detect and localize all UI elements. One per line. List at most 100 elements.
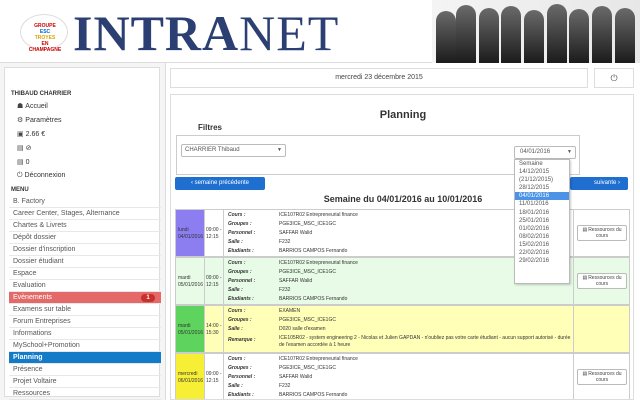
person-silhouette xyxy=(569,9,589,63)
course-label: Cours : xyxy=(228,212,246,218)
course-resources-button[interactable]: ▤Ressources du cours xyxy=(577,225,627,241)
current-date-bar: mercredi 23 décembre 2015 xyxy=(170,68,588,88)
previous-week-button[interactable]: ‹ semaine précédente xyxy=(175,177,265,190)
balance-link[interactable]: ▣ 2.66 € xyxy=(17,130,45,138)
time-cell: 09:00 - 12:15 xyxy=(204,258,224,304)
course-resources-label: Ressources du cours xyxy=(588,227,622,239)
time-cell: 09:00 - 12:15 xyxy=(204,354,224,399)
document-icon: ▤ xyxy=(582,371,588,377)
week-select[interactable]: 04/01/2016 ▼ xyxy=(514,146,576,159)
app-header: GROUPE ESC TROYES EN CHAMPAGNE INTRANET xyxy=(0,0,640,63)
course-label: Cours : xyxy=(228,308,246,314)
school-logo: GROUPE ESC TROYES EN CHAMPAGNE xyxy=(20,14,68,53)
course-resources-button[interactable]: ▤Ressources du cours xyxy=(577,369,627,385)
week-option-heading[interactable]: Semaine xyxy=(515,160,569,168)
menu-item-information[interactable]: Informations xyxy=(9,328,161,340)
event-date: 05/01/2016 xyxy=(178,330,204,336)
person-silhouette xyxy=(524,10,544,63)
day-color-block: mardi 05/01/2016 xyxy=(176,258,204,304)
menu-item-resources[interactable]: Ressources xyxy=(9,388,161,400)
room-label: Salle : xyxy=(228,383,243,389)
menu-item-business-forum[interactable]: Forum Entreprises xyxy=(9,316,161,328)
menu-item-career-center[interactable]: Career Center, Stages, Alternance xyxy=(9,208,161,220)
home-icon: ☗ xyxy=(17,103,24,110)
menu-item-registration-file[interactable]: Dossier d'inscription xyxy=(9,244,161,256)
week-option[interactable]: 29/02/2016 xyxy=(515,257,569,265)
event-date: 04/01/2016 xyxy=(178,234,204,240)
menu-item-charters[interactable]: Chartes & Livrets xyxy=(9,220,161,232)
room-value: F232 xyxy=(279,287,291,293)
students-value: BARRIOS CAMPOS Fernando xyxy=(279,296,348,302)
settings-link[interactable]: ⚙ Paramètres xyxy=(17,116,61,124)
logout-label: Déconnexion xyxy=(24,172,66,179)
students-value: BARRIOS CAMPOS Fernando xyxy=(279,392,348,398)
day-date-cell: lundi 04/01/2016 xyxy=(178,227,203,241)
power-button[interactable]: ⏻ xyxy=(594,68,634,88)
next-week-button[interactable]: suivante › xyxy=(570,177,628,190)
day-name: mercredi xyxy=(178,371,198,377)
week-option[interactable]: 14/12/2015 xyxy=(515,168,569,176)
menu-item-b-factory[interactable]: B. Factory xyxy=(9,196,161,208)
resource-cell: ▤Ressources du cours xyxy=(573,210,629,256)
status-link[interactable]: ▤ ⊘ xyxy=(17,144,32,152)
event-details: Cours : ICE107R02 Entrepreneurial finance… xyxy=(225,354,576,399)
week-option-selected[interactable]: 04/01/2016 xyxy=(515,192,569,201)
event-date: 06/01/2016 xyxy=(178,378,204,384)
menu-item-events-label: Evènements xyxy=(13,294,52,301)
end-time: 15:30 xyxy=(206,330,219,336)
menu-item-file-deposit[interactable]: Dépôt dossier xyxy=(9,232,161,244)
dropdown-caret-icon: ▼ xyxy=(567,149,572,155)
menu-item-evaluation[interactable]: Evaluation xyxy=(9,280,161,292)
end-time: 12:15 xyxy=(206,378,219,384)
start-time: 09:00 xyxy=(206,227,219,233)
planning-panel: Planning Filtres CHARRIER Thibaud ▼ 04/0… xyxy=(170,94,634,400)
wallet-icon: ▣ xyxy=(17,131,24,138)
students-label: Etudiants : xyxy=(228,248,254,254)
week-option[interactable]: 25/01/2016 xyxy=(515,217,569,225)
week-option[interactable]: 28/12/2015 xyxy=(515,184,569,192)
planning-row: mercredi 06/01/2016 09:00 - 12:15 Cours … xyxy=(175,353,630,399)
settings-link-label: Paramètres xyxy=(25,117,62,124)
day-name: mardi xyxy=(178,275,191,281)
menu-item-attendance[interactable]: Présence xyxy=(9,364,161,376)
menu-item-myschool[interactable]: MySchool+Promotion xyxy=(9,340,161,352)
week-option[interactable]: 22/02/2016 xyxy=(515,249,569,257)
groups-value: PGE3ICE_MSC_ICE1GC xyxy=(279,317,336,323)
menu-item-exams[interactable]: Examens sur table xyxy=(9,304,161,316)
week-option[interactable]: 15/02/2016 xyxy=(515,241,569,249)
groups-label: Groupes : xyxy=(228,317,252,323)
event-date: 05/01/2016 xyxy=(178,282,204,288)
course-resources-button[interactable]: ▤Ressources du cours xyxy=(577,273,627,289)
week-option[interactable]: 01/02/2016 xyxy=(515,225,569,233)
header-team-photo xyxy=(432,0,640,63)
logout-link[interactable]: ⏻ Déconnexion xyxy=(17,172,65,180)
day-name: lundi xyxy=(178,227,189,233)
menu-item-student-file[interactable]: Dossier étudiant xyxy=(9,256,161,268)
person-silhouette xyxy=(501,6,521,63)
menu-item-events[interactable]: Evènements 1 xyxy=(9,292,161,304)
room-label: Salle : xyxy=(228,287,243,293)
remark-label: Remarque : xyxy=(228,337,256,343)
filters-label: Filtres xyxy=(196,123,225,132)
course-label: Cours : xyxy=(228,260,246,266)
person-select[interactable]: CHARRIER Thibaud ▼ xyxy=(181,144,286,157)
week-option[interactable]: 18/01/2016 xyxy=(515,209,569,217)
intranet-title: INTRANET xyxy=(73,5,339,61)
messages-link[interactable]: ▤ 0 xyxy=(17,158,30,166)
staff-label: Personnel : xyxy=(228,230,256,236)
menu-item-voltaire[interactable]: Projet Voltaire xyxy=(9,376,161,388)
title-intra: INTRA xyxy=(73,5,240,61)
menu-item-space[interactable]: Espace xyxy=(9,268,161,280)
time-cell: 09:00 - 12:15 xyxy=(204,210,224,256)
week-option[interactable]: 08/02/2016 xyxy=(515,233,569,241)
menu-item-planning[interactable]: Planning xyxy=(9,352,161,364)
status-value: ⊘ xyxy=(25,145,32,152)
home-link[interactable]: ☗ Accueil xyxy=(17,102,48,110)
document-icon: ▤ xyxy=(582,275,588,281)
groups-label: Groupes : xyxy=(228,269,252,275)
person-select-value: CHARRIER Thibaud xyxy=(185,147,240,153)
week-option[interactable]: (21/12/2015) xyxy=(515,176,569,184)
person-silhouette xyxy=(592,6,612,63)
groups-label: Groupes : xyxy=(228,221,252,227)
week-option[interactable]: 11/01/2016 xyxy=(515,200,569,208)
